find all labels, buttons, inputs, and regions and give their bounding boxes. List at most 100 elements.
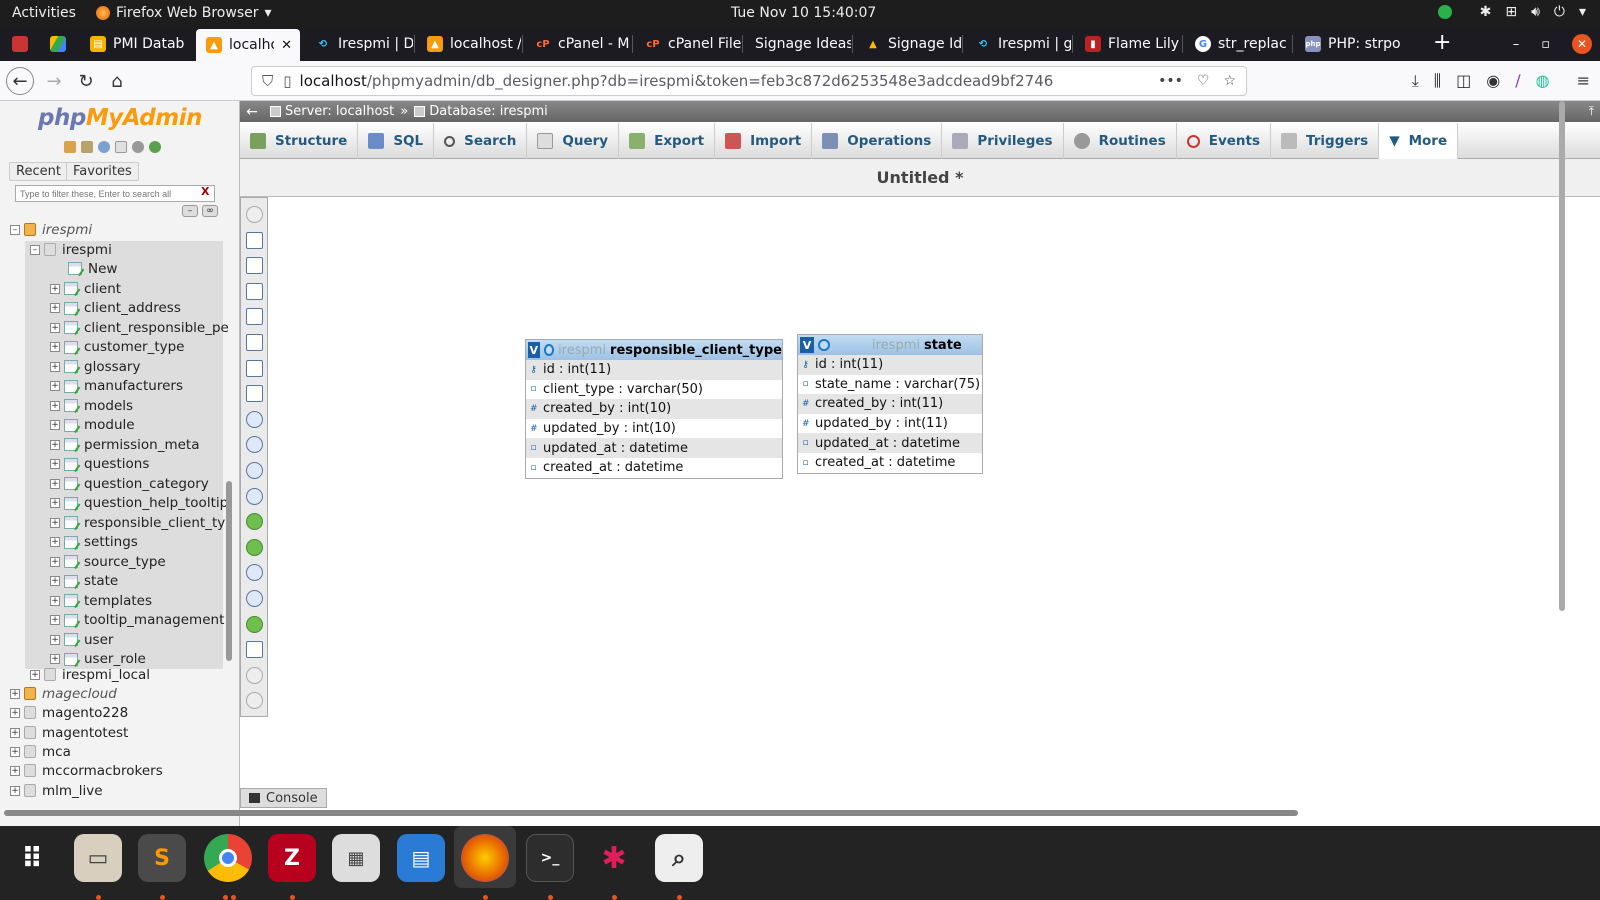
expand-icon[interactable]: +	[50, 381, 60, 391]
column-row[interactable]: ▫ client_type : varchar(50)	[526, 380, 782, 400]
column-row[interactable]: ⚷ id : int(11)	[798, 355, 982, 375]
tab-search[interactable]: Search	[434, 123, 528, 159]
console-toggle[interactable]: Console	[240, 788, 327, 808]
reload-icon[interactable]	[246, 436, 263, 454]
breadcrumb-server[interactable]: Server: localhost	[270, 104, 394, 119]
snap-grid-icon[interactable]	[246, 513, 263, 531]
shield-icon[interactable]: ⛉	[262, 72, 273, 90]
network-icon[interactable]: ⊞	[1505, 4, 1517, 20]
designer-canvas[interactable]: V irespmi responsible_client_type ⚷ id : …	[270, 197, 1588, 809]
expand-icon[interactable]: +	[50, 595, 60, 606]
calculator-icon[interactable]: ▦	[332, 834, 380, 882]
column-row[interactable]: ⚷ id : int(11)	[526, 360, 782, 380]
tab-1[interactable]: ▲ localho ✕	[196, 29, 300, 61]
expand-icon[interactable]: +	[10, 707, 20, 718]
tab-query[interactable]: Query	[527, 123, 620, 159]
toggle-table-list-icon[interactable]	[246, 590, 263, 607]
system-tray[interactable]: ✱ ⊞ 🔊︎ ⏻ ▾	[1437, 4, 1586, 20]
tree-root-irespmi[interactable]: – irespmi	[10, 220, 92, 239]
slack-icon[interactable]: ✱	[590, 834, 638, 882]
settings-gear-icon[interactable]	[818, 339, 830, 351]
minimize-icon[interactable]: –	[1513, 37, 1520, 52]
tree-db-magento228[interactable]: + magento228	[10, 703, 128, 722]
expand-icon[interactable]: +	[10, 727, 20, 738]
tree-table-question-category[interactable]: + question_category	[50, 474, 209, 493]
fullscreen-icon[interactable]	[246, 231, 263, 249]
tree-db-irespmi-local[interactable]: + irespmi_local	[30, 665, 150, 684]
tree-table-questions[interactable]: + questions	[50, 455, 149, 474]
move-menu-icon[interactable]	[246, 666, 263, 684]
edit-page-icon[interactable]	[246, 282, 263, 300]
expand-icon[interactable]: +	[10, 765, 20, 776]
expand-icon[interactable]: +	[50, 361, 60, 372]
tree-table-models[interactable]: + models	[50, 396, 133, 415]
activities-button[interactable]: Activities	[12, 5, 76, 21]
reload-icon[interactable]	[149, 141, 161, 153]
column-row[interactable]: ▫ updated_at : datetime	[798, 433, 982, 453]
tree-table-manufacturers[interactable]: + manufacturers	[50, 377, 183, 396]
expand-icon[interactable]: +	[10, 785, 20, 796]
tree-table-tooltip-management[interactable]: + tooltip_management	[50, 611, 224, 630]
tree-table-client[interactable]: + client	[50, 279, 121, 298]
writer-icon[interactable]: ▤	[397, 834, 445, 882]
library-icon[interactable]: ⫼	[1434, 71, 1441, 91]
pin-text-icon[interactable]	[246, 692, 263, 710]
tab-10[interactable]: Gstr_replac	[1185, 27, 1291, 61]
toggle-all-icon[interactable]	[246, 564, 263, 582]
clear-filter-button[interactable]: X	[201, 185, 209, 198]
expand-icon[interactable]: +	[50, 556, 60, 567]
tree-table-templates[interactable]: + templates	[50, 591, 152, 610]
breadcrumb-database[interactable]: Database: irespmi	[414, 104, 548, 119]
tree-table-permission-meta[interactable]: + permission_meta	[50, 435, 200, 454]
column-row[interactable]: ▫ updated_at : datetime	[526, 438, 782, 458]
column-row[interactable]: # updated_by : int(11)	[798, 414, 982, 434]
tab-6[interactable]: Signage Ideas	[745, 27, 851, 61]
new-tab-icon[interactable]: +	[1433, 30, 1451, 55]
expand-icon[interactable]: +	[50, 439, 60, 450]
screenshot-icon[interactable]: ⌕	[655, 834, 703, 882]
more-actions-icon[interactable]: •••	[1158, 73, 1183, 89]
tab-more[interactable]: ▼ More	[1379, 123, 1459, 159]
delete-page-icon[interactable]	[246, 385, 263, 403]
close-window-icon[interactable]: ✕	[1572, 34, 1592, 54]
tab-8[interactable]: ⟲ Irespmi | g	[965, 27, 1071, 61]
phpmyadmin-logo[interactable]: phpMyAdmin	[38, 105, 202, 131]
tree-table-client-address[interactable]: + client_address	[50, 299, 181, 318]
tab-triggers[interactable]: Triggers	[1271, 123, 1380, 159]
expand-icon[interactable]: +	[50, 420, 60, 430]
tree-table-user[interactable]: + user	[50, 630, 113, 649]
tab-9[interactable]: ▮ Flame Lily	[1075, 27, 1181, 61]
home-icon[interactable]	[64, 141, 76, 153]
docs-icon[interactable]	[115, 141, 127, 153]
tab-structure[interactable]: Structure	[240, 123, 359, 159]
volume-icon[interactable]: 🔊︎	[1531, 4, 1540, 20]
column-row[interactable]: ▫ created_at : datetime	[526, 458, 782, 478]
expand-icon[interactable]: +	[50, 459, 60, 469]
tree-db-magentotest[interactable]: + magentotest	[10, 723, 128, 742]
close-tab-icon[interactable]: ✕	[281, 38, 292, 53]
grammarly-icon[interactable]: ◍	[1536, 71, 1550, 91]
help-icon[interactable]	[98, 141, 110, 153]
home-icon[interactable]: ⌂	[103, 67, 131, 95]
tree-table-source-type[interactable]: + source_type	[50, 552, 166, 571]
menu-icon[interactable]: ≡	[1577, 71, 1590, 91]
build-query-icon[interactable]	[246, 641, 263, 659]
favorites-button[interactable]: Favorites	[66, 162, 139, 181]
angular-links-icon[interactable]	[246, 487, 263, 505]
sidebar-icon[interactable]: ◫	[1456, 71, 1471, 91]
tree-table-client-responsible-pe[interactable]: + client_responsible_pe	[50, 318, 229, 337]
tab-0[interactable]: ▤ PMI Datab	[80, 27, 192, 61]
link-with-main-icon[interactable]: ∞	[202, 205, 218, 217]
tree-db-mccormacbrokers[interactable]: + mccormacbrokers	[10, 761, 163, 780]
column-row[interactable]: # created_by : int(11)	[798, 394, 982, 414]
expand-icon[interactable]: +	[10, 688, 20, 699]
help-icon[interactable]	[246, 462, 263, 479]
files-icon[interactable]: ▭	[74, 834, 122, 882]
navigation-filter-input[interactable]	[15, 185, 215, 202]
designer-table-state[interactable]: V irespmi state ⚷ id : int(11) ▫ state_name…	[797, 334, 983, 474]
toggle-columns-button[interactable]: V	[800, 337, 814, 353]
tab-operations[interactable]: Operations	[812, 123, 943, 159]
firefox-icon[interactable]	[461, 834, 509, 882]
tree-table-glossary[interactable]: + glossary	[50, 357, 140, 376]
pocket-icon[interactable]: ♡	[1197, 73, 1210, 89]
